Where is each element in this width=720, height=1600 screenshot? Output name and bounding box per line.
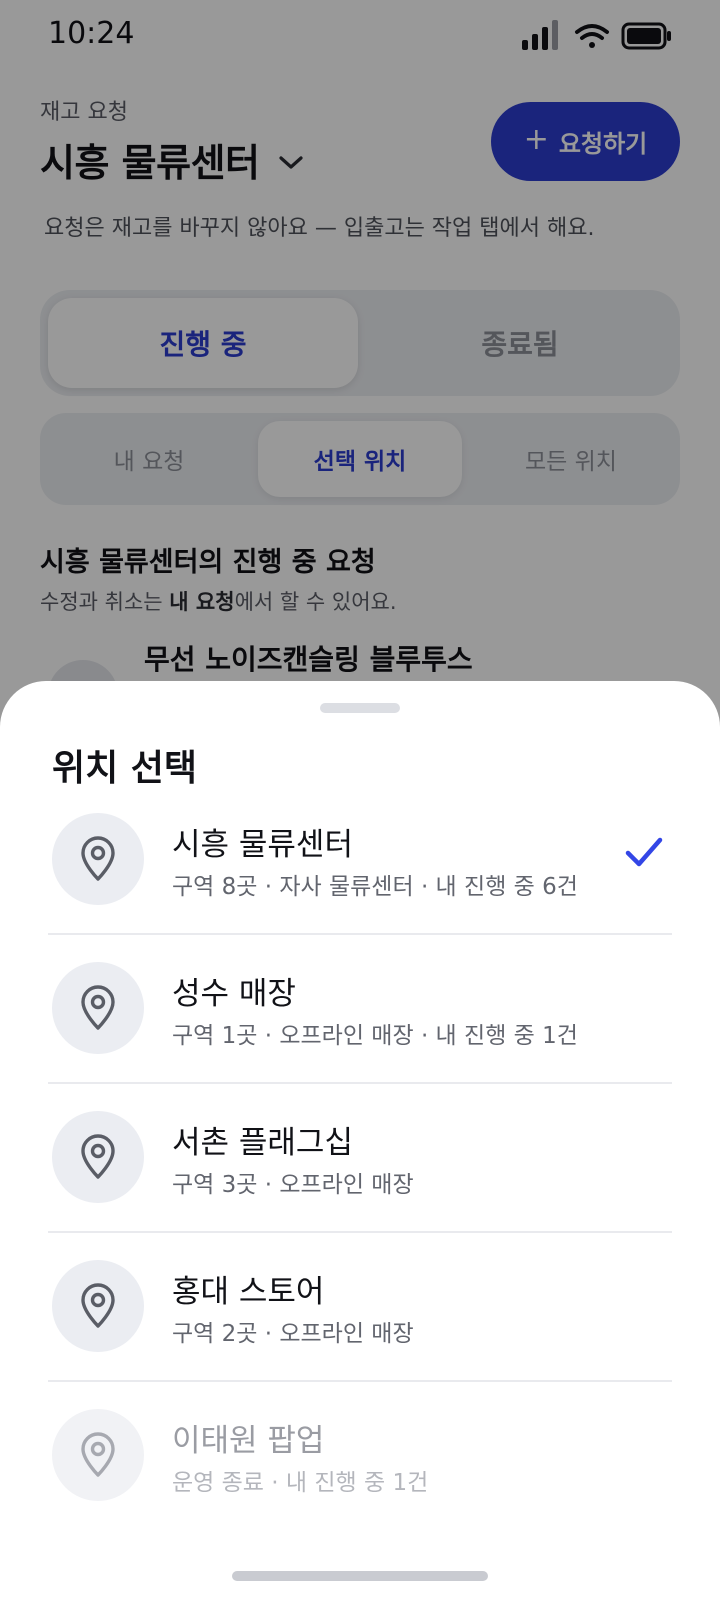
location-meta: 구역 8곳 · 자사 물류센터 · 내 진행 중 6건 [172,874,578,900]
map-pin-icon [52,813,144,905]
location-list: 시흥 물류센터 구역 8곳 · 자사 물류센터 · 내 진행 중 6건 성수 매장 구… [0,811,720,1556]
location-meta: 구역 3곳 · 오프라인 매장 [172,1172,414,1198]
map-pin-icon [52,1409,144,1501]
list-divider [48,1380,672,1382]
list-divider [48,933,672,935]
location-option[interactable]: 성수 매장구역 1곳 · 오프라인 매장 · 내 진행 중 1건 [0,960,720,1109]
location-meta: 운영 종료 · 내 진행 중 1건 [172,1470,429,1496]
home-indicator [232,1571,488,1581]
location-option: 이태원 팝업운영 종료 · 내 진행 중 1건 [0,1407,720,1556]
location-name: 이태원 팝업 [172,1423,325,1459]
location-name: 서촌 플래그십 [172,1125,353,1161]
location-name: 성수 매장 [172,976,296,1012]
location-option[interactable]: 홍대 스토어구역 2곳 · 오프라인 매장 [0,1258,720,1407]
list-divider [48,1082,672,1084]
map-pin-icon [52,962,144,1054]
list-divider [48,1231,672,1233]
map-pin-icon [52,1260,144,1352]
location-picker-sheet: 위치 선택 시흥 물류센터구역 8곳 · 자사 물류센터 · 내 진행 중 6건… [0,681,720,1600]
checkmark-icon [625,837,663,867]
location-name: 홍대 스토어 [172,1274,325,1310]
location-meta: 구역 2곳 · 오프라인 매장 [172,1321,414,1347]
sheet-title: 위치 선택 [52,748,198,789]
location-meta: 구역 1곳 · 오프라인 매장 · 내 진행 중 1건 [172,1023,578,1049]
location-option[interactable]: 시흥 물류센터구역 8곳 · 자사 물류센터 · 내 진행 중 6건 [0,811,720,960]
sheet-grabber[interactable] [320,703,400,713]
location-name: 시흥 물류센터 [172,827,353,863]
map-pin-icon [52,1111,144,1203]
location-option[interactable]: 서촌 플래그십구역 3곳 · 오프라인 매장 [0,1109,720,1258]
